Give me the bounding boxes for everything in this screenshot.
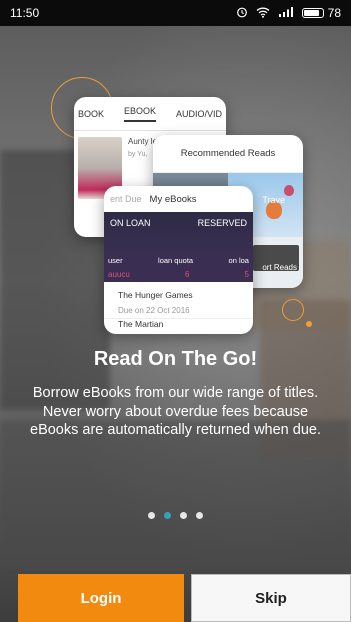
loan-stats-values: auucu 6 5	[104, 270, 253, 282]
status-time: 11:50	[10, 6, 40, 20]
on-loan-label: ON LOAN	[110, 218, 151, 228]
skip-button[interactable]: Skip	[191, 574, 351, 622]
page-indicator	[0, 512, 351, 519]
page-dot[interactable]	[196, 512, 203, 519]
loan-item-due: Due on 22 Oct 2016	[118, 306, 190, 315]
stat-label: on loa	[228, 256, 249, 265]
status-bar: 11:50 78	[0, 0, 351, 26]
loan-item-title: The Martian	[118, 319, 164, 329]
page-dot-active[interactable]	[164, 512, 171, 519]
onboarding-screen: 11:50 78 BOOK EBOOK AUDIO/VID Aunty by Y…	[0, 0, 351, 622]
tab-my-ebooks: My eBooks	[149, 193, 197, 205]
stat-value: auucu	[108, 270, 130, 279]
onboarding-heading: Read On The Go!	[93, 348, 258, 370]
signal-icon	[278, 6, 294, 21]
tab-current-due: ent Due	[110, 194, 142, 204]
decor-dot	[306, 321, 312, 327]
stat-label: loan quota	[158, 256, 194, 265]
my-ebooks-card: ent Due My eBooks ON LOAN RESERVED user …	[104, 186, 253, 334]
loan-header: ON LOAN RESERVED	[104, 212, 253, 256]
tab-ebook: EBOOK	[123, 106, 156, 122]
status-icons: 78	[236, 6, 341, 21]
alarm-icon	[236, 6, 248, 21]
onboarding-description: Borrow eBooks from our wide range of tit…	[30, 385, 321, 439]
decor-ring	[282, 299, 304, 321]
stat-value: 6	[184, 270, 190, 279]
reserved-label: RESERVED	[197, 218, 247, 228]
tab-book: BOOK	[78, 108, 105, 119]
wifi-icon	[256, 6, 270, 21]
tile-label: Trave	[262, 195, 285, 205]
login-button[interactable]: Login	[18, 574, 184, 622]
loan-stats-labels: user loan quota on loa	[104, 256, 253, 270]
battery-icon: 78	[301, 6, 341, 20]
card-title: Recommended Reads	[153, 135, 303, 173]
page-dot[interactable]	[148, 512, 155, 519]
battery-level: 78	[327, 6, 341, 20]
stat-value: 5	[244, 270, 249, 279]
background-blur	[0, 420, 351, 570]
tile-label: ort Reads	[262, 263, 297, 272]
stat-label: user	[108, 256, 123, 265]
loan-item-title: The Hunger Games	[118, 290, 193, 300]
card-tabs: ent Due My eBooks	[104, 186, 253, 212]
format-tabs: BOOK EBOOK AUDIO/VID	[74, 97, 226, 131]
page-dot[interactable]	[180, 512, 187, 519]
tab-audio-video: AUDIO/VID	[175, 108, 222, 119]
